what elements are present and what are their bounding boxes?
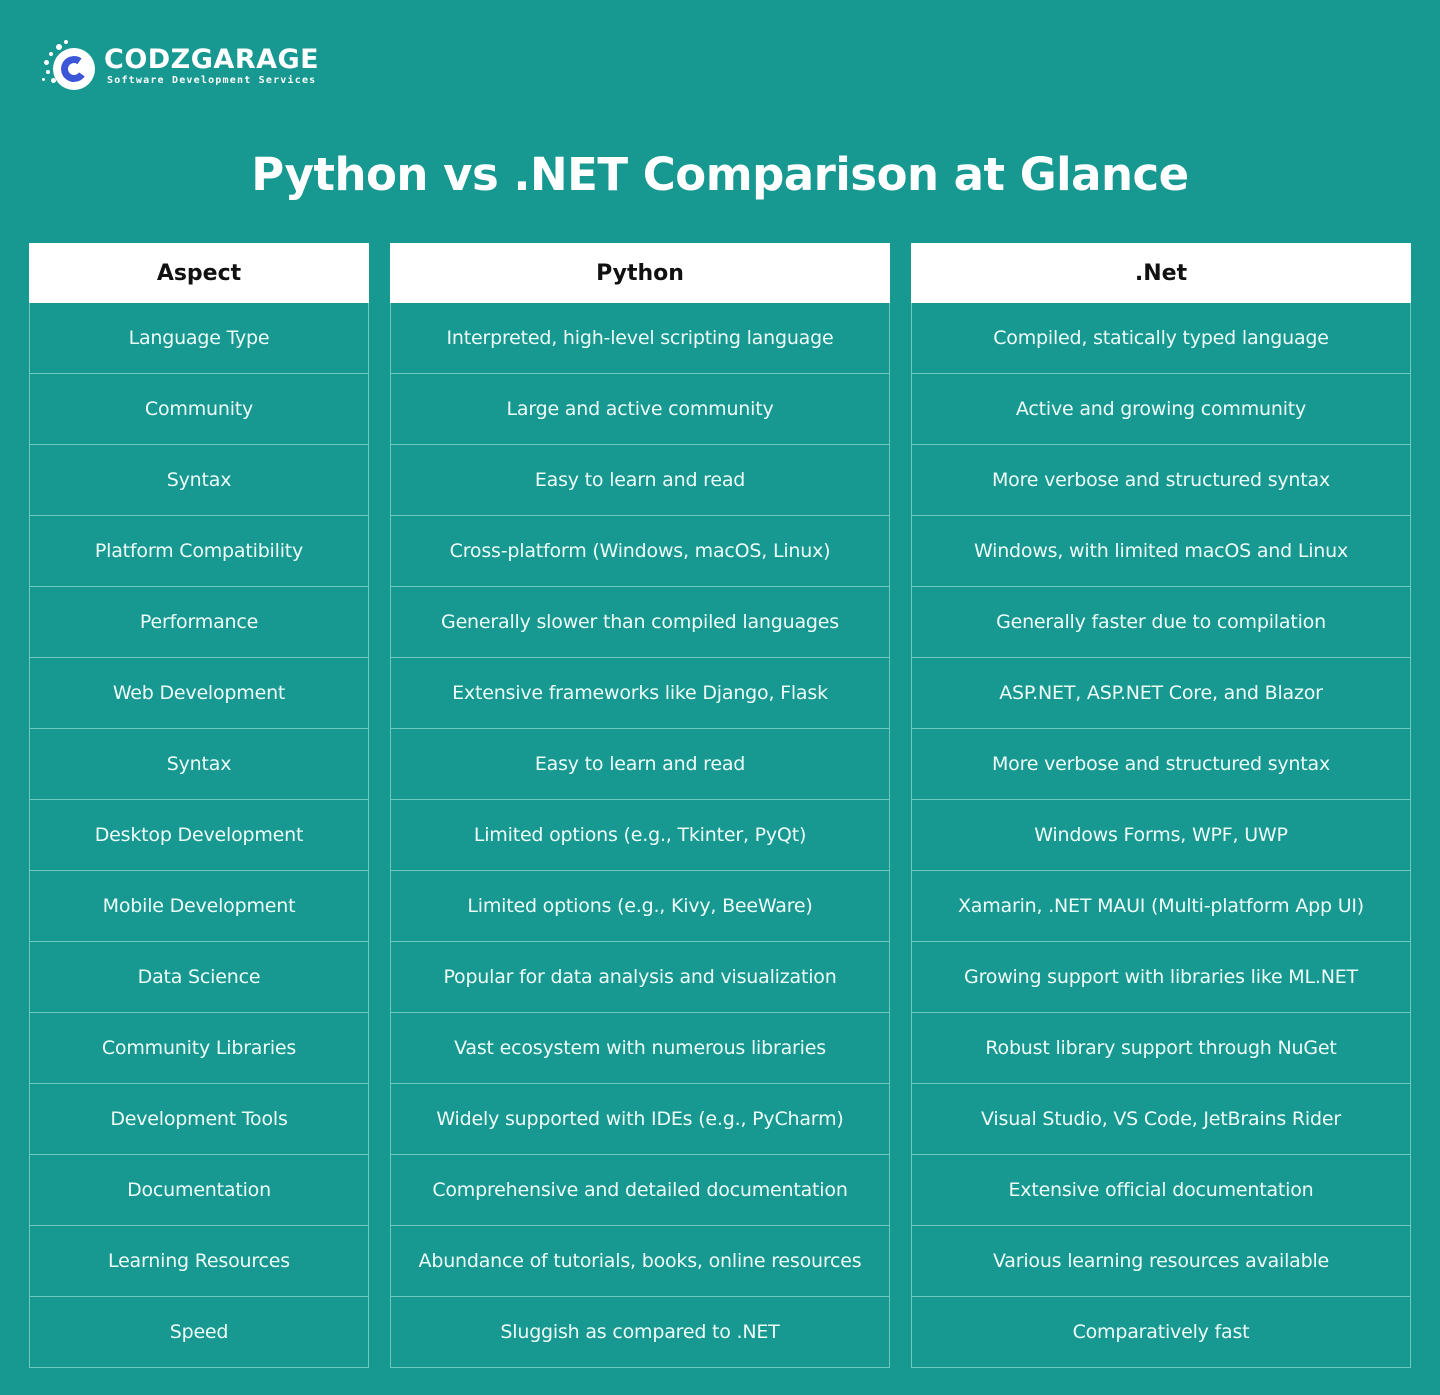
table-cell-aspect: Community	[29, 374, 369, 445]
column-header-aspect: Aspect	[29, 243, 369, 303]
column-python: Python Interpreted, high-level scripting…	[390, 243, 890, 1368]
table-cell-python: Vast ecosystem with numerous libraries	[390, 1013, 890, 1084]
table-cell-python: Interpreted, high-level scripting langua…	[390, 303, 890, 374]
table-cell-python: Widely supported with IDEs (e.g., PyChar…	[390, 1084, 890, 1155]
table-cell-aspect: Documentation	[29, 1155, 369, 1226]
table-cell-python: Cross-platform (Windows, macOS, Linux)	[390, 516, 890, 587]
table-cell-aspect: Performance	[29, 587, 369, 658]
column-net: .Net Compiled, statically typed language…	[911, 243, 1411, 1368]
table-cell-net: Comparatively fast	[911, 1297, 1411, 1368]
table-cell-aspect: Community Libraries	[29, 1013, 369, 1084]
table-cell-net: Extensive official documentation	[911, 1155, 1411, 1226]
table-cell-net: Generally faster due to compilation	[911, 587, 1411, 658]
table-cell-python: Easy to learn and read	[390, 445, 890, 516]
table-cell-net: Growing support with libraries like ML.N…	[911, 942, 1411, 1013]
table-cell-python: Easy to learn and read	[390, 729, 890, 800]
table-cell-net: Various learning resources available	[911, 1226, 1411, 1297]
table-cell-python: Limited options (e.g., Kivy, BeeWare)	[390, 871, 890, 942]
table-cell-aspect: Data Science	[29, 942, 369, 1013]
table-cell-net: Visual Studio, VS Code, JetBrains Rider	[911, 1084, 1411, 1155]
column-header-python: Python	[390, 243, 890, 303]
brand-name: CODZGARAGE	[104, 44, 320, 75]
table-cell-net: Robust library support through NuGet	[911, 1013, 1411, 1084]
table-cell-python: Extensive frameworks like Django, Flask	[390, 658, 890, 729]
table-cell-net: Xamarin, .NET MAUI (Multi-platform App U…	[911, 871, 1411, 942]
page-title: Python vs .NET Comparison at Glance	[251, 148, 1189, 201]
table-cell-aspect: Mobile Development	[29, 871, 369, 942]
table-cell-net: Windows Forms, WPF, UWP	[911, 800, 1411, 871]
table-cell-aspect: Syntax	[29, 445, 369, 516]
table-cell-aspect: Platform Compatibility	[29, 516, 369, 587]
brand-logo: CODZGARAGE Software Development Services	[40, 38, 319, 94]
table-cell-python: Limited options (e.g., Tkinter, PyQt)	[390, 800, 890, 871]
table-cell-aspect: Learning Resources	[29, 1226, 369, 1297]
column-aspect: Aspect Language Type Community Syntax Platf…	[29, 243, 369, 1368]
table-cell-net: More verbose and structured syntax	[911, 729, 1411, 800]
table-cell-python: Generally slower than compiled languages	[390, 587, 890, 658]
table-cell-aspect: Language Type	[29, 303, 369, 374]
table-cell-python: Popular for data analysis and visualizat…	[390, 942, 890, 1013]
table-cell-python: Comprehensive and detailed documentation	[390, 1155, 890, 1226]
table-cell-net: Windows, with limited macOS and Linux	[911, 516, 1411, 587]
table-cell-aspect: Web Development	[29, 658, 369, 729]
table-cell-aspect: Desktop Development	[29, 800, 369, 871]
table-cell-python: Large and active community	[390, 374, 890, 445]
column-header-net: .Net	[911, 243, 1411, 303]
table-cell-net: ASP.NET, ASP.NET Core, and Blazor	[911, 658, 1411, 729]
logo-icon	[40, 38, 100, 94]
table-cell-python: Abundance of tutorials, books, online re…	[390, 1226, 890, 1297]
table-cell-aspect: Development Tools	[29, 1084, 369, 1155]
table-cell-net: Active and growing community	[911, 374, 1411, 445]
table-cell-net: Compiled, statically typed language	[911, 303, 1411, 374]
table-cell-python: Sluggish as compared to .NET	[390, 1297, 890, 1368]
table-cell-aspect: Syntax	[29, 729, 369, 800]
table-cell-aspect: Speed	[29, 1297, 369, 1368]
brand-tagline: Software Development Services	[107, 75, 317, 86]
table-cell-net: More verbose and structured syntax	[911, 445, 1411, 516]
